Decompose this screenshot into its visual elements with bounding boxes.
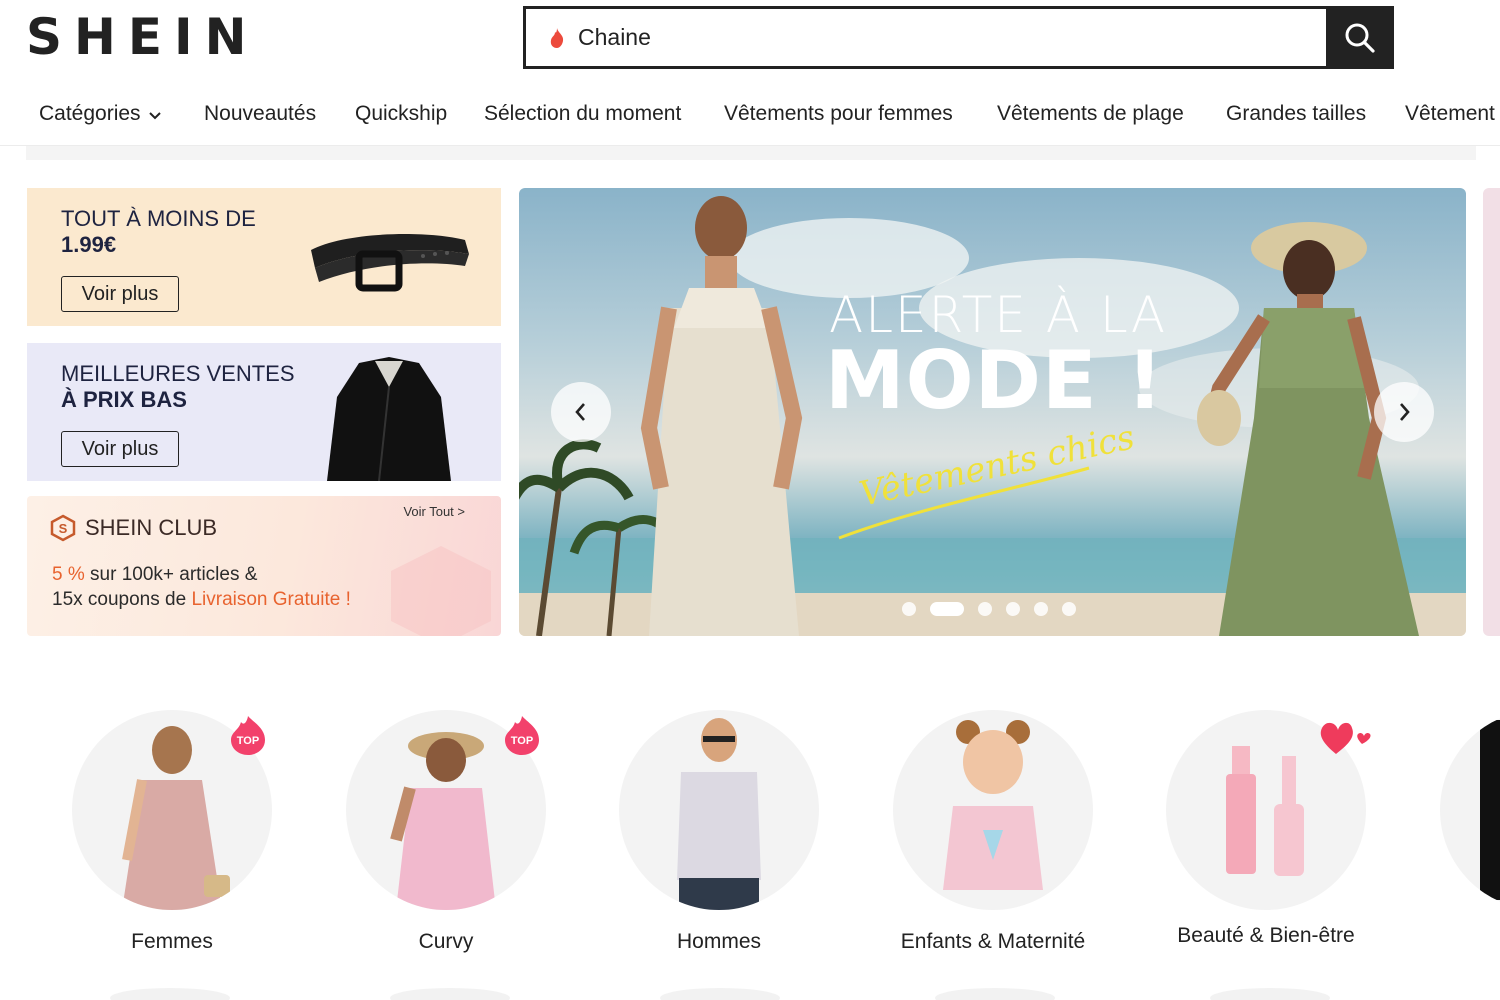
- shein-club-card[interactable]: S SHEIN CLUB Voir Tout > 5 % sur 100k+ a…: [27, 496, 501, 636]
- main-nav: Catégories Nouveautés Quickship Sélectio…: [0, 96, 1500, 136]
- nav-item-grandes-tailles[interactable]: Grandes tailles: [1226, 96, 1366, 132]
- nav-item-categories[interactable]: Catégories: [39, 96, 161, 132]
- pagination-dot[interactable]: [978, 602, 992, 616]
- svg-text:TOP: TOP: [511, 735, 533, 747]
- pagination-dot[interactable]: [902, 602, 916, 616]
- top-badge: TOP: [505, 716, 539, 755]
- club-decoration: [391, 546, 491, 636]
- top-badge: TOP: [231, 716, 265, 755]
- category-image: [619, 710, 819, 910]
- flame-icon: [526, 9, 574, 66]
- banner-next-button[interactable]: [1374, 382, 1434, 442]
- banner-prev-button[interactable]: [551, 382, 611, 442]
- category-peek[interactable]: [1440, 710, 1500, 910]
- info-strip: [26, 146, 1476, 160]
- category-label: Beauté & Bien-être: [1177, 924, 1355, 947]
- nav-item-selection[interactable]: Sélection du moment: [484, 96, 681, 132]
- voir-plus-button[interactable]: Voir plus: [61, 431, 179, 467]
- search-input[interactable]: Chaine: [574, 9, 1326, 66]
- chevron-left-icon: [575, 403, 585, 421]
- category-row-next: [390, 988, 510, 1000]
- category-beaute[interactable]: Beauté & Bien-être: [1166, 710, 1371, 948]
- category-row-next: [660, 988, 780, 1000]
- club-benefit-line2: 15x coupons de Livraison Gratuite !: [52, 589, 351, 610]
- promo-card-prices[interactable]: TOUT À MOINS DE 1.99€ Voir plus: [27, 188, 501, 326]
- voir-plus-button[interactable]: Voir plus: [61, 276, 179, 312]
- voir-tout-link[interactable]: Voir Tout >: [403, 504, 465, 519]
- category-curvy[interactable]: TOP Curvy: [346, 710, 546, 954]
- banner-title-line2: MODE !: [825, 334, 1165, 427]
- pagination-dot-active[interactable]: [930, 602, 964, 616]
- shein-club-logo: S SHEIN CLUB: [49, 514, 217, 542]
- nav-item-femmes[interactable]: Vêtements pour femmes: [724, 96, 953, 132]
- category-row-next: [935, 988, 1055, 1000]
- club-name: SHEIN CLUB: [85, 515, 218, 540]
- promo-title: TOUT À MOINS DE 1.99€: [61, 206, 256, 257]
- shein-logo[interactable]: SHEIN: [26, 8, 258, 66]
- category-label: Enfants & Maternité: [900, 930, 1086, 953]
- nav-item-nouveautes[interactable]: Nouveautés: [204, 96, 316, 132]
- nav-item-label: Catégories: [39, 102, 141, 125]
- category-hommes[interactable]: Hommes: [619, 710, 819, 954]
- hero-banner[interactable]: ALERTE À LA MODE ! Vêtements chics: [519, 188, 1466, 636]
- search-bar[interactable]: Chaine: [523, 6, 1394, 69]
- nav-item-plage[interactable]: Vêtements de plage: [997, 96, 1184, 132]
- category-label: Curvy: [418, 930, 474, 953]
- nav-item-quickship[interactable]: Quickship: [355, 96, 447, 132]
- svg-text:S: S: [59, 521, 68, 536]
- jacket-image: [327, 357, 451, 481]
- club-s-icon: S: [50, 514, 76, 542]
- club-benefit-line1: 5 % sur 100k+ articles &: [52, 564, 258, 585]
- promo-title: MEILLEURES VENTES À PRIX BAS: [61, 361, 295, 412]
- promo-card-bestsellers[interactable]: MEILLEURES VENTES À PRIX BAS Voir plus: [27, 343, 501, 481]
- svg-text:TOP: TOP: [237, 735, 259, 747]
- category-row-next: [110, 988, 230, 1000]
- search-icon: [1345, 23, 1375, 53]
- pagination-dot[interactable]: [1006, 602, 1020, 616]
- banner-pagination: [902, 602, 1076, 616]
- search-button[interactable]: [1326, 6, 1394, 69]
- belt-image: [311, 234, 469, 292]
- pagination-dot[interactable]: [1034, 602, 1048, 616]
- pagination-dot[interactable]: [1062, 602, 1076, 616]
- chevron-down-icon: [148, 96, 161, 132]
- header: SHEIN Chaine Catégories Nouveautés Quick…: [0, 0, 1500, 146]
- heart-icon: [1320, 722, 1371, 754]
- category-enfants[interactable]: Enfants & Maternité: [893, 710, 1093, 954]
- nav-item-vetement[interactable]: Vêtement: [1405, 96, 1495, 132]
- category-label: Hommes: [676, 930, 761, 953]
- category-label: Femmes: [131, 930, 213, 953]
- chevron-right-icon: [1400, 403, 1410, 421]
- next-banner-peek[interactable]: [1483, 188, 1500, 636]
- category-femmes[interactable]: TOP Femmes: [72, 710, 272, 954]
- category-row-next: [1210, 988, 1330, 1000]
- category-image: [893, 710, 1093, 910]
- category-image: [1440, 710, 1500, 910]
